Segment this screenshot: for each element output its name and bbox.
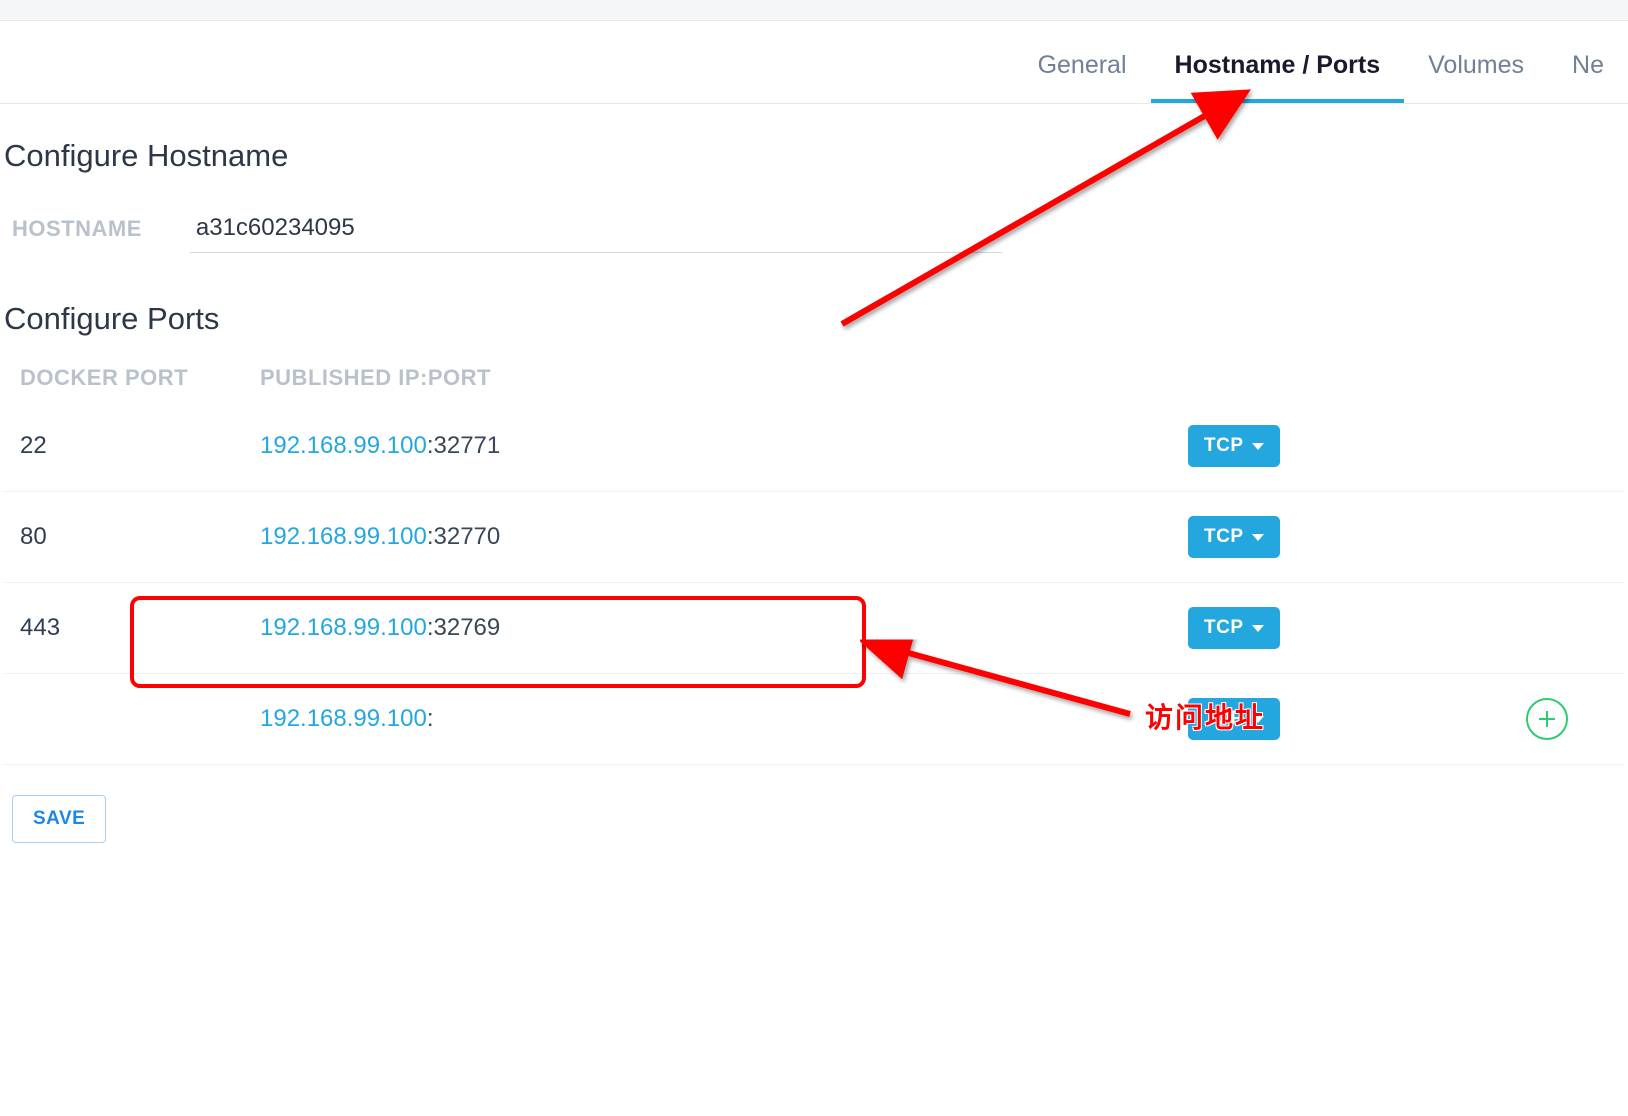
- protocol-dropdown[interactable]: TCP: [1188, 516, 1280, 558]
- published-port-separator: :: [427, 705, 434, 732]
- published-ip-link[interactable]: 192.168.99.100: [260, 523, 427, 550]
- save-button[interactable]: SAVE: [12, 795, 106, 843]
- port-row: 443 192.168.99.100:32769 TCP: [4, 582, 1624, 673]
- published-port-separator: :: [427, 614, 434, 641]
- protocol-dropdown[interactable]: TCP: [1188, 425, 1280, 467]
- protocol-label: TCP: [1204, 435, 1244, 457]
- chevron-down-icon: [1252, 534, 1264, 541]
- published-ip-link[interactable]: 192.168.99.100: [260, 432, 427, 459]
- settings-tabs: General Hostname / Ports Volumes Ne: [0, 21, 1628, 104]
- port-row: 22 192.168.99.100:32771 TCP: [4, 401, 1624, 491]
- add-port-button[interactable]: [1526, 698, 1568, 740]
- tab-network[interactable]: Ne: [1548, 21, 1628, 103]
- ports-header: DOCKER PORT PUBLISHED IP:PORT: [4, 359, 1624, 401]
- configure-hostname-title: Configure Hostname: [4, 138, 1624, 174]
- configure-ports-section: Configure Ports DOCKER PORT PUBLISHED IP…: [0, 301, 1628, 843]
- protocol-dropdown[interactable]: TCP: [1188, 607, 1280, 649]
- ports-rows: 22 192.168.99.100:32771 TCP 80 192.168.9…: [4, 401, 1624, 765]
- published-port-value: 32769: [434, 614, 501, 641]
- published-ip-port: 192.168.99.100:32769: [260, 614, 1148, 642]
- protocol-label: TCP: [1204, 526, 1244, 548]
- port-row: 80 192.168.99.100:32770 TCP: [4, 491, 1624, 582]
- docker-port-value: 80: [20, 523, 260, 551]
- port-row-new: 192.168.99.100: TCP: [4, 673, 1624, 765]
- chevron-down-icon: [1252, 443, 1264, 450]
- configure-hostname-section: Configure Hostname HOSTNAME: [0, 138, 1628, 267]
- published-port-separator: :: [427, 432, 434, 459]
- published-ip-link[interactable]: 192.168.99.100: [260, 614, 427, 641]
- col-published: PUBLISHED IP:PORT: [260, 365, 1608, 391]
- tab-hostname-ports[interactable]: Hostname / Ports: [1151, 21, 1405, 103]
- protocol-dropdown[interactable]: TCP: [1188, 698, 1280, 740]
- protocol-label: TCP: [1204, 617, 1244, 639]
- configure-ports-title: Configure Ports: [4, 301, 1624, 337]
- published-ip-port: 192.168.99.100:32770: [260, 523, 1148, 551]
- hostname-input[interactable]: [190, 204, 1002, 253]
- plus-icon: [1537, 709, 1557, 729]
- published-port-value: 32771: [434, 432, 501, 459]
- published-ip-port: 192.168.99.100:: [260, 705, 1148, 733]
- chevron-down-icon: [1252, 625, 1264, 632]
- docker-port-value: 22: [20, 432, 260, 460]
- chevron-down-icon: [1252, 716, 1264, 723]
- published-port-value: 32770: [434, 523, 501, 550]
- docker-port-value: 443: [20, 614, 260, 642]
- published-ip-port: 192.168.99.100:32771: [260, 432, 1148, 460]
- hostname-label: HOSTNAME: [12, 216, 142, 242]
- ports-table: DOCKER PORT PUBLISHED IP:PORT 22 192.168…: [4, 359, 1624, 765]
- tab-general[interactable]: General: [1014, 21, 1151, 103]
- published-port-separator: :: [427, 523, 434, 550]
- window-topbar: [0, 0, 1628, 21]
- protocol-label: TCP: [1204, 708, 1244, 730]
- published-ip-link[interactable]: 192.168.99.100: [260, 705, 427, 732]
- col-docker-port: DOCKER PORT: [20, 365, 260, 391]
- tab-volumes[interactable]: Volumes: [1404, 21, 1548, 103]
